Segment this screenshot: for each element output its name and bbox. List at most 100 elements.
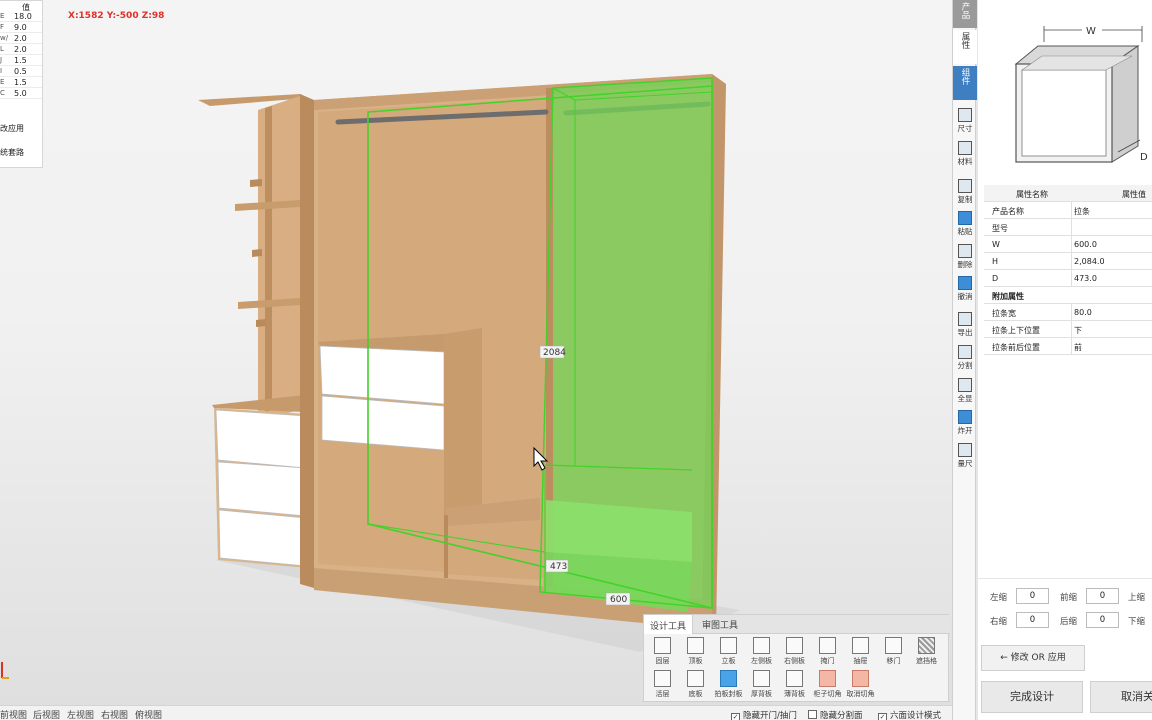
thin-back-icon xyxy=(786,670,803,687)
front-shrink-input[interactable]: 0 xyxy=(1086,588,1119,604)
tool-cancel-cut[interactable]: 取消切角 xyxy=(844,670,877,702)
tab-properties[interactable]: 属性 xyxy=(953,30,977,64)
cancel-button[interactable]: 取消关 xyxy=(1090,681,1152,713)
right-shrink-input[interactable]: 0 xyxy=(1016,612,1049,628)
view-right[interactable]: 右视图 xyxy=(101,708,128,720)
dim-height-label: 2084 xyxy=(543,348,566,358)
explode-button[interactable]: 炸开 xyxy=(953,408,977,438)
tool-door[interactable]: 掩门 xyxy=(811,637,844,669)
top-shrink-label: 上缩 xyxy=(1128,593,1146,603)
vertical-panel-icon xyxy=(720,637,737,654)
view-front[interactable]: 前视图 xyxy=(0,708,27,720)
checkbox-empty-icon xyxy=(808,710,817,719)
tool-back-panel[interactable]: 厚背板 xyxy=(745,670,778,702)
coordinate-readout: X:1582 Y:-500 Z:98 xyxy=(68,11,165,21)
export-button[interactable]: 导出 xyxy=(953,310,977,340)
param-row: C 5.0 xyxy=(0,89,42,99)
top-panel-icon xyxy=(687,637,704,654)
delete-button[interactable]: 删除 xyxy=(953,242,977,272)
sliding-door-icon xyxy=(885,637,902,654)
3d-viewport[interactable]: 2084 473 600 X:1582 Y:-500 Z:98 值 E 18.0 … xyxy=(0,0,952,705)
vertical-toolbar: 产品 属性 组件 尺寸 材料 复制 粘贴 删除 撤消 导出 分割 全显 炸开 量… xyxy=(952,0,977,720)
material-icon xyxy=(958,141,972,155)
view-left[interactable]: 左视图 xyxy=(67,708,94,720)
param-row: F 9.0 xyxy=(0,23,42,33)
tab-components[interactable]: 组件 xyxy=(953,66,977,100)
tool-seal-panel[interactable]: 拍板封板 xyxy=(712,670,745,702)
tool-left-panel[interactable]: 左侧板 xyxy=(745,637,778,669)
shelf-icon xyxy=(654,637,671,654)
dim-width-label: 600 xyxy=(610,595,627,605)
copy-button[interactable]: 复制 xyxy=(953,177,977,207)
param-row: E 18.0 xyxy=(0,12,42,22)
tool-grid[interactable]: 遮挡格 xyxy=(910,637,943,669)
property-row[interactable]: 拉条宽 80.0 xyxy=(984,304,1152,321)
show-all-button[interactable]: 全显 xyxy=(953,376,977,406)
hide-doors-checkbox[interactable]: ✓ 隐藏开门/抽门 xyxy=(731,709,797,720)
property-row[interactable]: D 473.0 xyxy=(984,270,1152,287)
material-button[interactable]: 材料 xyxy=(953,139,977,169)
seal-panel-icon xyxy=(720,670,737,687)
tool-drawer[interactable]: 抽屉 xyxy=(844,637,877,669)
six-face-mode-checkbox[interactable]: ✓ 六面设计模式 xyxy=(878,709,941,720)
checkmark-icon: ✓ xyxy=(878,713,887,720)
tool-corner-cut[interactable]: 柜子切角 xyxy=(811,670,844,702)
explode-icon xyxy=(958,410,972,424)
checkmark-icon: ✓ xyxy=(731,713,740,720)
corner-cut-icon xyxy=(819,670,836,687)
tab-product[interactable]: 产品 xyxy=(953,0,977,28)
apply-change-button[interactable]: 改应用 xyxy=(0,123,24,134)
property-row[interactable]: W 600.0 xyxy=(984,236,1152,253)
property-row[interactable]: 拉条上下位置下 xyxy=(984,321,1152,338)
tab-design-tools[interactable]: 设计工具 xyxy=(644,615,694,634)
property-panel: W D 属性名称 属性值 产品名称 拉条 型号 W 600.0 H 2,084.0 D4… xyxy=(978,0,1152,720)
property-row[interactable]: 拉条前后位置前 xyxy=(984,338,1152,355)
back-shrink-input[interactable]: 0 xyxy=(1086,612,1119,628)
tool-fixed-shelf[interactable]: 固层 xyxy=(646,637,679,669)
tool-top-panel[interactable]: 顶板 xyxy=(679,637,712,669)
left-shrink-input[interactable]: 0 xyxy=(1016,588,1049,604)
param-row: J 1.5 xyxy=(0,56,42,66)
cancel-cut-icon xyxy=(852,670,869,687)
tab-review-tools[interactable]: 审图工具 xyxy=(702,618,738,631)
property-row[interactable]: H 2,084.0 xyxy=(984,253,1152,270)
paste-icon xyxy=(958,211,972,225)
tool-thin-back[interactable]: 薄背板 xyxy=(778,670,811,702)
ruler-icon xyxy=(958,443,972,457)
finish-design-button[interactable]: 完成设计 xyxy=(981,681,1083,713)
tool-bottom-panel[interactable]: 底板 xyxy=(679,670,712,702)
undo-button[interactable]: 撤消 xyxy=(953,274,977,304)
left-shrink-label: 左缩 xyxy=(990,593,1008,603)
tool-loose-shelf[interactable]: 活层 xyxy=(646,670,679,702)
system-route-button[interactable]: 统套路 xyxy=(0,147,24,158)
tool-tabs: 设计工具 审图工具 xyxy=(644,615,950,634)
param-row: I 0.5 xyxy=(0,67,42,77)
shrink-offsets: 左缩 0 前缩 0 上缩 右缩 0 后缩 0 下缩 xyxy=(978,578,1152,630)
dim-depth-label: 473 xyxy=(550,562,567,572)
tool-sliding-door[interactable]: 移门 xyxy=(877,637,910,669)
left-panel-icon xyxy=(753,637,770,654)
ruler-button[interactable]: 量尺 xyxy=(953,441,977,471)
modify-apply-button[interactable]: ← 修改 OR 应用 xyxy=(981,645,1085,671)
param-row: L 2.0 xyxy=(0,45,42,55)
right-panel-icon xyxy=(786,637,803,654)
bottom-shrink-label: 下缩 xyxy=(1128,617,1146,627)
size-button[interactable]: 尺寸 xyxy=(953,106,977,136)
wardrobe-model[interactable]: 2084 473 600 xyxy=(0,0,952,705)
export-icon xyxy=(958,312,972,326)
right-shrink-label: 右缩 xyxy=(990,617,1008,627)
view-back[interactable]: 后视图 xyxy=(33,708,60,720)
split-button[interactable]: 分割 xyxy=(953,343,977,373)
hide-split-checkbox[interactable]: 隐藏分割面 xyxy=(808,709,863,720)
property-row[interactable]: 型号 xyxy=(984,219,1152,236)
front-shrink-label: 前缩 xyxy=(1060,593,1078,603)
paste-button[interactable]: 粘贴 xyxy=(953,209,977,239)
property-row[interactable]: 产品名称 拉条 xyxy=(984,202,1152,219)
tool-panel: 设计工具 审图工具 固层 顶板 立板 左侧板 右侧板 掩门 抽屉 移门 遮挡格 … xyxy=(643,614,950,702)
tool-right-panel[interactable]: 右侧板 xyxy=(778,637,811,669)
axis-gizmo-icon xyxy=(1,662,9,679)
tool-vertical-panel[interactable]: 立板 xyxy=(712,637,745,669)
copy-icon xyxy=(958,179,972,193)
view-top[interactable]: 俯视图 xyxy=(135,708,162,720)
grid-icon xyxy=(918,637,935,654)
